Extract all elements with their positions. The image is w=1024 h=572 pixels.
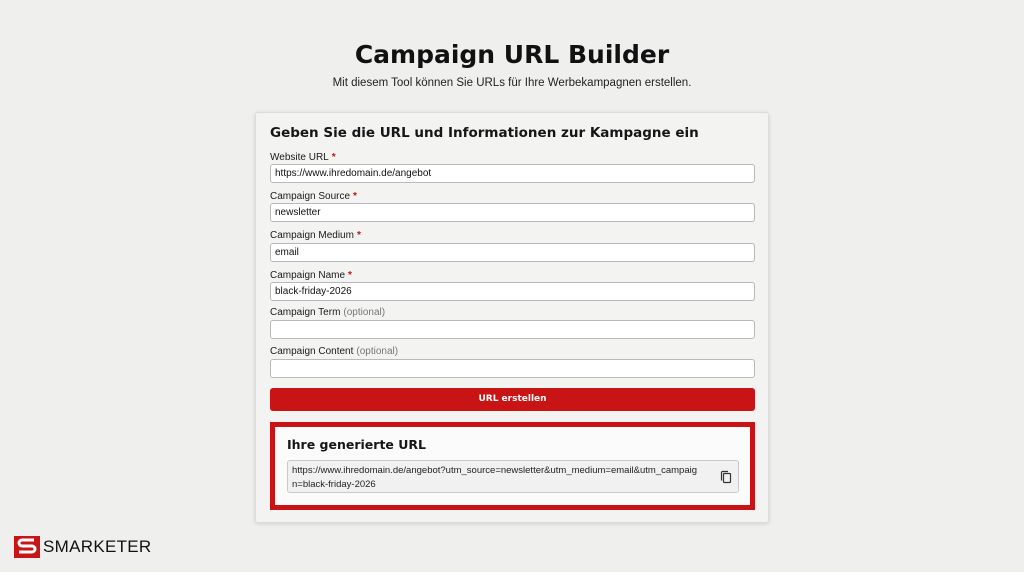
- logo-mark-icon: [14, 536, 40, 558]
- campaign-name-label: Campaign Name *: [270, 270, 352, 281]
- campaign-medium-label: Campaign Medium *: [270, 230, 361, 241]
- generated-url-text[interactable]: https://www.ihredomain.de/angebot?utm_so…: [292, 464, 702, 492]
- optional-note: (optional): [356, 346, 399, 357]
- form-card: Geben Sie die URL und Informationen zur …: [255, 112, 769, 523]
- required-marker: *: [348, 270, 352, 281]
- form-heading: Geben Sie die URL und Informationen zur …: [270, 125, 699, 141]
- required-marker: *: [353, 191, 357, 202]
- campaign-content-label-text: Campaign Content: [270, 346, 354, 357]
- campaign-source-label-text: Campaign Source: [270, 191, 351, 202]
- campaign-medium-input[interactable]: [270, 243, 755, 262]
- required-marker: *: [331, 152, 336, 163]
- brand-logo: SMARKETER: [14, 536, 152, 558]
- campaign-content-input[interactable]: [270, 359, 755, 378]
- generated-url-heading: Ihre generierte URL: [287, 437, 426, 452]
- create-url-button[interactable]: URL erstellen: [270, 388, 755, 411]
- campaign-content-label: Campaign Content (optional): [270, 346, 398, 357]
- page: Campaign URL Builder Mit diesem Tool kön…: [0, 0, 1024, 572]
- website-url-label: Website URL *: [270, 152, 336, 163]
- campaign-name-input[interactable]: [270, 282, 755, 301]
- copy-icon[interactable]: [719, 469, 733, 484]
- required-marker: *: [356, 230, 361, 241]
- page-subtitle: Mit diesem Tool können Sie URLs für Ihre…: [332, 77, 692, 89]
- campaign-source-input[interactable]: [270, 203, 755, 222]
- campaign-term-input[interactable]: [270, 320, 755, 339]
- campaign-term-label: Campaign Term (optional): [270, 307, 385, 318]
- optional-note: (optional): [343, 307, 386, 318]
- generated-url-panel: Ihre generierte URL https://www.ihredoma…: [270, 422, 755, 510]
- campaign-term-label-text: Campaign Term: [270, 307, 341, 318]
- website-url-input[interactable]: [270, 164, 755, 183]
- brand-name: SMARKETER: [43, 537, 152, 556]
- campaign-name-label-text: Campaign Name: [270, 270, 346, 281]
- generated-url-output[interactable]: https://www.ihredomain.de/angebot?utm_so…: [287, 460, 739, 493]
- campaign-source-label: Campaign Source *: [270, 191, 357, 202]
- website-url-label-text: Website URL: [270, 152, 329, 163]
- page-title: Campaign URL Builder: [354, 40, 670, 69]
- campaign-medium-label-text: Campaign Medium: [270, 230, 354, 241]
